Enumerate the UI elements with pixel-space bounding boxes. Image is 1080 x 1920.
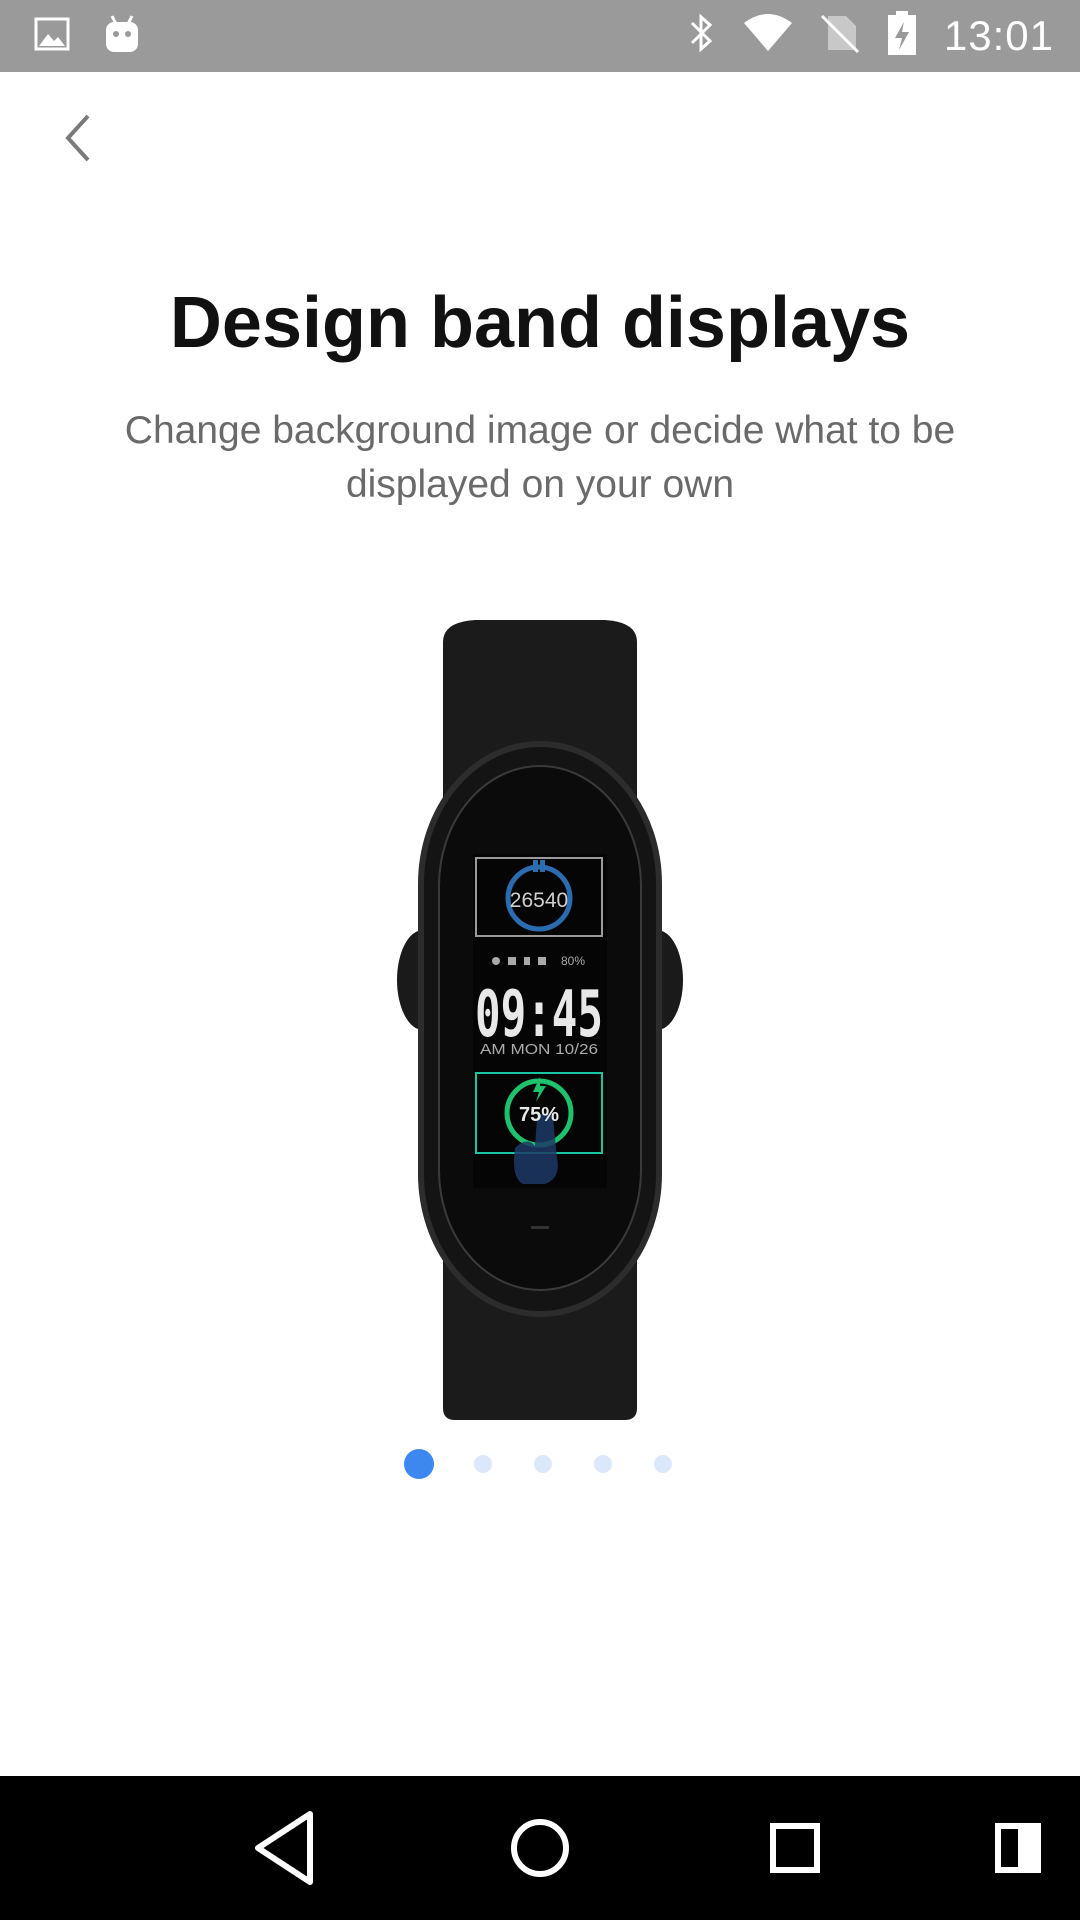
- page-dot-5[interactable]: [654, 1455, 672, 1473]
- page-dot-3[interactable]: [534, 1455, 552, 1473]
- no-sim-icon: [820, 12, 860, 59]
- image-icon: [34, 17, 70, 56]
- page-subtitle: Change background image or decide what t…: [124, 409, 956, 506]
- page-dot-1[interactable]: [404, 1449, 434, 1479]
- band-illustration: 26540 80% 09:45 AM MON 10/26 75%: [395, 618, 685, 1424]
- band-date-value: AM MON 10/26: [480, 1041, 598, 1058]
- page-indicator: [404, 1449, 714, 1479]
- recents-square-icon[interactable]: [760, 1806, 830, 1895]
- band-status-value: 80%: [561, 954, 585, 968]
- wifi-icon: [742, 13, 794, 58]
- split-screen-icon[interactable]: [990, 1806, 1050, 1895]
- bluetooth-icon: [688, 11, 716, 60]
- band-steps-value: 26540: [510, 889, 568, 912]
- status-left-icons: [34, 14, 140, 59]
- chevron-left-icon: [65, 114, 90, 162]
- band-battery-value: 75%: [519, 1104, 559, 1126]
- back-button[interactable]: [48, 104, 112, 172]
- status-right-icons: 13:01: [688, 10, 1054, 61]
- status-clock: 13:01: [943, 11, 1054, 59]
- page-title: Design band displays: [169, 283, 911, 363]
- battery-charging-icon: [886, 10, 918, 61]
- android-icon: [104, 14, 140, 59]
- status-bar: 13:01: [0, 0, 1080, 72]
- back-triangle-icon[interactable]: [250, 1806, 320, 1895]
- page-dot-2[interactable]: [474, 1455, 492, 1473]
- navigation-bar: [0, 1776, 1080, 1920]
- page-dot-4[interactable]: [594, 1455, 612, 1473]
- home-circle-icon[interactable]: [505, 1806, 575, 1895]
